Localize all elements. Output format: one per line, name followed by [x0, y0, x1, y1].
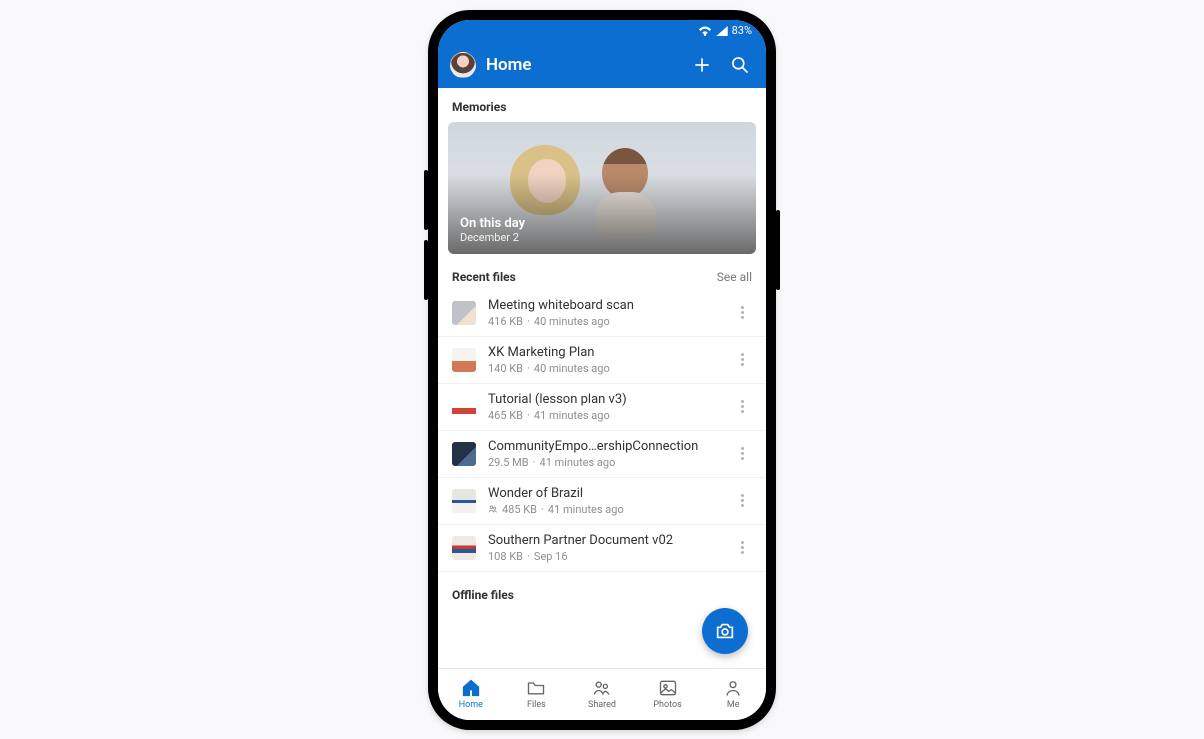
more-vertical-icon — [741, 405, 744, 408]
screen: 83% Home Memories On this d — [438, 20, 766, 720]
file-row[interactable]: Meeting whiteboard scan 416 KB · 40 minu… — [438, 290, 766, 337]
file-thumbnail — [452, 442, 476, 466]
file-thumbnail — [452, 395, 476, 419]
search-icon — [730, 55, 750, 75]
content-scroll[interactable]: Memories On this day December 2 Recent f… — [438, 88, 766, 668]
memory-title: On this day — [460, 216, 525, 231]
file-name: Meeting whiteboard scan — [488, 298, 720, 313]
more-button[interactable] — [732, 489, 752, 513]
recent-label: Recent files — [452, 270, 516, 284]
file-meta: 465 KB · 41 minutes ago — [488, 409, 720, 422]
shared-icon — [488, 504, 498, 514]
file-name: CommunityEmpo…ershipConnection — [488, 439, 720, 454]
bottom-nav: Home Files Shared Photos Me — [438, 668, 766, 720]
file-name: Southern Partner Document v02 — [488, 533, 720, 548]
nav-me[interactable]: Me — [700, 669, 766, 720]
page-title: Home — [486, 55, 678, 75]
add-button[interactable] — [688, 51, 716, 79]
more-button[interactable] — [732, 348, 752, 372]
folder-icon — [526, 678, 546, 698]
person-icon — [723, 678, 743, 698]
camera-icon — [714, 620, 736, 642]
battery-text: 83% — [732, 24, 752, 37]
nav-files[interactable]: Files — [504, 669, 570, 720]
file-thumbnail — [452, 348, 476, 372]
offline-label: Offline files — [438, 572, 766, 610]
more-vertical-icon — [741, 311, 744, 314]
shared-icon — [592, 678, 612, 698]
file-meta: 29.5 MB · 41 minutes ago — [488, 456, 720, 469]
more-button[interactable] — [732, 442, 752, 466]
home-icon — [461, 678, 481, 698]
more-button[interactable] — [732, 536, 752, 560]
more-vertical-icon — [741, 358, 744, 361]
file-meta: 108 KB · Sep 16 — [488, 550, 720, 563]
memories-card[interactable]: On this day December 2 — [448, 122, 756, 254]
file-name: Wonder of Brazil — [488, 486, 720, 501]
nav-shared[interactable]: Shared — [569, 669, 635, 720]
file-row[interactable]: XK Marketing Plan 140 KB · 40 minutes ag… — [438, 337, 766, 384]
more-vertical-icon — [741, 546, 744, 549]
file-row[interactable]: Southern Partner Document v02 108 KB · S… — [438, 525, 766, 572]
more-vertical-icon — [741, 452, 744, 455]
nav-label: Home — [459, 700, 483, 710]
camera-fab[interactable] — [702, 608, 748, 654]
file-meta: 140 KB · 40 minutes ago — [488, 362, 720, 375]
more-button[interactable] — [732, 301, 752, 325]
memory-date: December 2 — [460, 231, 525, 244]
status-bar: 83% — [438, 20, 766, 42]
file-name: XK Marketing Plan — [488, 345, 720, 360]
more-button[interactable] — [732, 395, 752, 419]
file-name: Tutorial (lesson plan v3) — [488, 392, 720, 407]
nav-label: Photos — [653, 700, 681, 710]
avatar[interactable] — [450, 52, 476, 78]
file-thumbnail — [452, 489, 476, 513]
plus-icon — [692, 55, 712, 75]
file-row[interactable]: CommunityEmpo…ershipConnection 29.5 MB ·… — [438, 431, 766, 478]
nav-photos[interactable]: Photos — [635, 669, 701, 720]
phone-frame: 83% Home Memories On this d — [428, 10, 776, 730]
more-vertical-icon — [741, 499, 744, 502]
file-meta: 485 KB · 41 minutes ago — [488, 503, 720, 516]
file-thumbnail — [452, 536, 476, 560]
file-meta: 416 KB · 40 minutes ago — [488, 315, 720, 328]
see-all-link[interactable]: See all — [717, 270, 752, 284]
file-row[interactable]: Tutorial (lesson plan v3) 465 KB · 41 mi… — [438, 384, 766, 431]
file-thumbnail — [452, 301, 476, 325]
nav-label: Me — [727, 700, 740, 710]
nav-label: Shared — [588, 700, 616, 710]
memories-label: Memories — [438, 88, 766, 122]
nav-label: Files — [527, 700, 546, 710]
signal-icon — [716, 26, 728, 36]
search-button[interactable] — [726, 51, 754, 79]
file-row[interactable]: Wonder of Brazil 485 KB · 41 minutes ago — [438, 478, 766, 525]
photos-icon — [658, 678, 678, 698]
app-bar: Home — [438, 42, 766, 88]
nav-home[interactable]: Home — [438, 669, 504, 720]
wifi-icon — [698, 26, 712, 36]
